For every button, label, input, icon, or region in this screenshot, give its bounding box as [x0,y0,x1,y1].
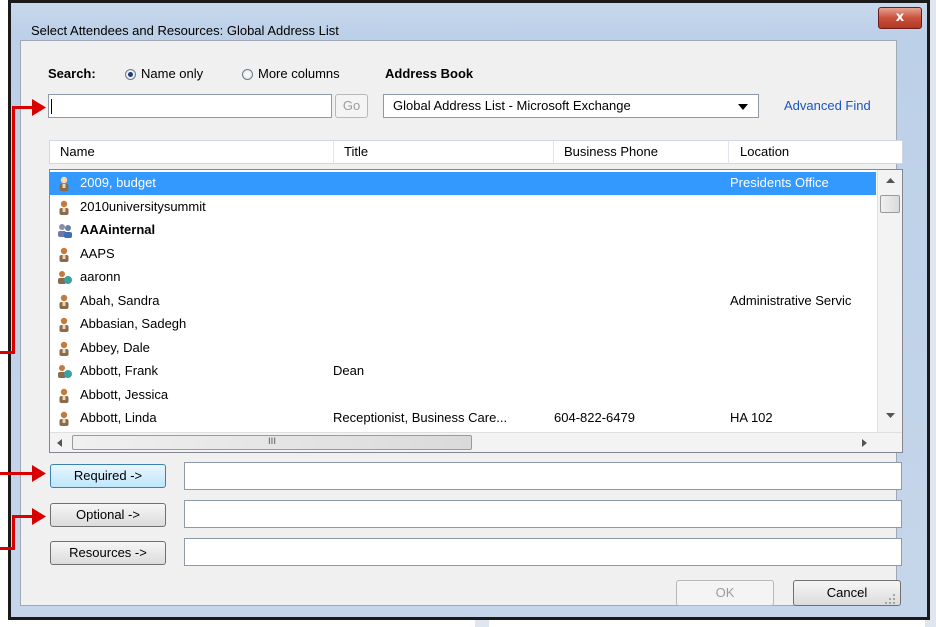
annotation-arrow-line [0,472,34,475]
user-icon [57,317,71,332]
column-title[interactable]: Title [344,144,368,159]
horizontal-scrollbar[interactable]: III [50,432,902,452]
row-name: 2010universitysummit [80,198,206,214]
row-location: Administrative Servic [730,292,852,308]
annotation-arrow-line [0,547,15,550]
address-list-rows: 2009, budget Presidents Office 2010univers… [50,172,876,432]
close-icon: x [895,10,905,25]
scroll-right-icon[interactable] [862,439,867,447]
column-business-phone[interactable]: Business Phone [564,144,658,159]
column-divider[interactable] [333,141,334,163]
advanced-find-link[interactable]: Advanced Find [784,98,871,113]
horizontal-scroll-thumb[interactable]: III [72,435,472,450]
address-book-dropdown[interactable]: Global Address List - Microsoft Exchange [383,94,759,118]
more-columns-label[interactable]: More columns [258,66,340,81]
row-location: Presidents Office [730,175,829,190]
table-row[interactable]: AAAinternal [50,219,876,242]
annotation-bracket-line [12,106,15,354]
close-button[interactable]: x [878,7,922,29]
table-row[interactable]: AAPS [50,243,876,266]
required-field[interactable] [184,462,902,490]
address-book-label: Address Book [385,66,474,81]
chevron-down-icon [738,104,748,110]
optional-button[interactable]: Optional -> [50,503,166,527]
address-book-value: Global Address List - Microsoft Exchange [393,98,631,113]
row-name: 2009, budget [80,175,156,190]
row-name: Abbott, Frank [80,363,159,378]
annotation-arrow-line [12,515,15,550]
contact-icon [57,364,72,379]
scroll-thumb[interactable] [880,195,900,213]
search-label: Search: [48,66,96,81]
name-only-radio[interactable] [125,69,136,80]
resources-button[interactable]: Resources -> [50,541,166,565]
table-row[interactable]: 2010universitysummit [50,196,876,219]
arrow-to-required-icon [32,465,46,482]
table-row[interactable]: Abbott, Frank Dean [50,360,876,383]
row-name: Abbey, Dale [80,339,150,355]
window-title: Select Attendees and Resources: Global A… [31,23,339,38]
annotation-arrow-line [12,515,34,518]
annotation-bracket-line [12,106,34,109]
go-button[interactable]: Go [335,94,368,118]
search-input[interactable] [48,94,332,118]
user-icon [57,411,71,426]
row-title: Dean [333,363,365,378]
column-divider[interactable] [728,141,729,163]
row-name: Abah, Sandra [80,292,160,308]
table-row[interactable]: Abbott, Jessica [50,384,876,407]
required-button[interactable]: Required -> [50,464,166,488]
row-name: Abbasian, Sadegh [80,316,187,331]
table-row[interactable]: Abbey, Dale [50,337,876,360]
row-location: HA 102 [730,410,773,425]
more-columns-radio[interactable] [242,69,253,80]
vertical-scrollbar[interactable] [877,170,902,432]
table-row[interactable]: aaronn [50,266,876,289]
user-icon [57,388,71,403]
scroll-grip-icon: III [268,437,276,447]
column-divider[interactable] [553,141,554,163]
resize-grip-icon[interactable] [884,593,896,605]
address-list[interactable]: 2009, budget Presidents Office 2010univers… [49,169,903,453]
row-name: Abbott, Jessica [80,386,169,402]
column-name[interactable]: Name [60,144,95,159]
table-row[interactable]: 2009, budget Presidents Office [50,172,876,195]
row-name: aaronn [80,269,121,284]
arrow-to-optional-icon [32,508,46,525]
annotation-bracket-line [0,351,15,354]
user-icon [57,200,71,215]
scroll-left-icon[interactable] [57,439,62,447]
scroll-down-icon[interactable] [886,413,895,418]
table-row[interactable]: Abbott, Linda Receptionist, Business Care… [50,407,876,430]
optional-field[interactable] [184,500,902,528]
row-title: Receptionist, Business Care... [333,410,508,425]
row-name: AAAinternal [80,222,156,237]
row-name: AAPS [80,245,115,261]
dialog-client-area: Search: Name only More columns Address B… [20,40,903,606]
table-row[interactable]: Abah, Sandra Administrative Servic [50,290,876,313]
scroll-up-icon[interactable] [886,178,895,183]
user-icon [57,247,71,262]
row-phone: 604-822-6479 [554,410,635,425]
column-header: Name Title Business Phone Location [49,140,903,164]
row-name: Abbott, Linda [80,410,157,425]
table-row[interactable]: Abbasian, Sadegh [50,313,876,336]
arrow-to-search-icon [32,99,46,116]
user-icon [57,176,71,191]
user-icon [57,294,71,309]
title-bar[interactable]: Select Attendees and Resources: Global A… [11,3,927,41]
user-icon [57,341,71,356]
text-caret [51,99,52,114]
resources-field[interactable] [184,538,902,566]
column-location[interactable]: Location [740,144,789,159]
contact-icon [57,270,72,285]
ok-button[interactable]: OK [676,580,774,606]
name-only-label[interactable]: Name only [141,66,203,81]
group-icon [57,223,72,238]
